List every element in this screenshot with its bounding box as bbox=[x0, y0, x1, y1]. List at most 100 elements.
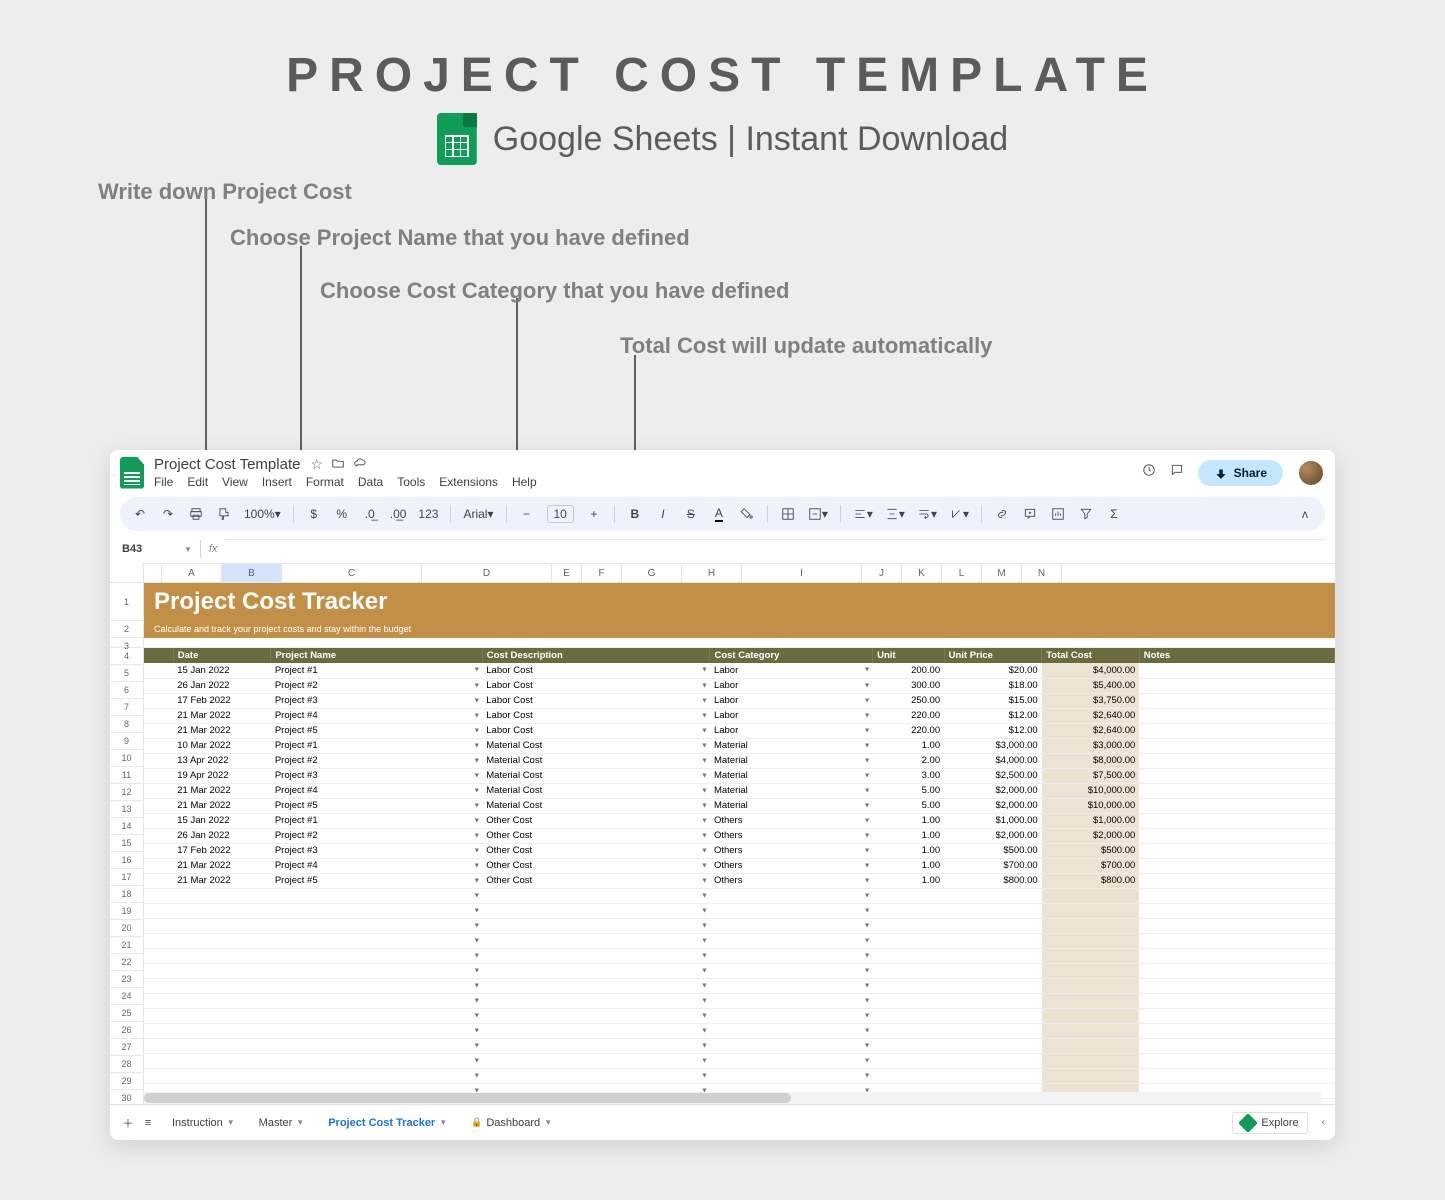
cloud-status-icon[interactable] bbox=[353, 456, 367, 473]
menu-data[interactable]: Data bbox=[358, 475, 383, 489]
fill-color-button[interactable] bbox=[739, 504, 755, 524]
col-header-C[interactable]: C bbox=[282, 564, 422, 582]
borders-button[interactable] bbox=[780, 504, 796, 524]
move-to-drive-icon[interactable] bbox=[331, 456, 345, 473]
table-row[interactable]: 13 Apr 2022Project #2▼Material Cost▼Mate… bbox=[144, 753, 1335, 768]
row-header[interactable]: 28 bbox=[110, 1056, 143, 1073]
row-header[interactable]: 4 bbox=[110, 648, 143, 665]
number-format-dropdown[interactable]: 123 bbox=[418, 504, 438, 524]
row-header[interactable]: 16 bbox=[110, 852, 143, 869]
table-header[interactable]: Notes bbox=[1139, 648, 1334, 663]
name-box[interactable]: B43 bbox=[120, 541, 176, 557]
table-row[interactable]: 21 Mar 2022Project #5▼Material Cost▼Mate… bbox=[144, 798, 1335, 813]
h-align-button[interactable]: ▾ bbox=[853, 504, 873, 524]
table-row[interactable]: ▼▼▼ bbox=[144, 1008, 1335, 1023]
select-all-corner[interactable] bbox=[110, 563, 144, 583]
col-header-I[interactable]: I bbox=[742, 564, 862, 582]
row-header[interactable]: 24 bbox=[110, 988, 143, 1005]
col-header-K[interactable]: K bbox=[902, 564, 942, 582]
filter-button[interactable] bbox=[1078, 504, 1094, 524]
link-button[interactable] bbox=[994, 504, 1010, 524]
menu-edit[interactable]: Edit bbox=[187, 475, 208, 489]
row-header[interactable]: 22 bbox=[110, 954, 143, 971]
table-row[interactable]: 21 Mar 2022Project #4▼Labor Cost▼Labor▼2… bbox=[144, 708, 1335, 723]
font-size-input[interactable]: 10 bbox=[547, 505, 574, 523]
row-header[interactable]: 18 bbox=[110, 886, 143, 903]
table-row[interactable]: 21 Mar 2022Project #5▼Other Cost▼Others▼… bbox=[144, 873, 1335, 888]
col-header-A[interactable]: A bbox=[162, 564, 222, 582]
table-header[interactable]: Cost Description bbox=[482, 648, 710, 663]
table-row[interactable]: ▼▼▼ bbox=[144, 903, 1335, 918]
italic-button[interactable]: I bbox=[655, 504, 671, 524]
side-panel-toggle[interactable]: ‹ bbox=[1322, 1117, 1325, 1128]
v-align-button[interactable]: ▾ bbox=[885, 504, 905, 524]
decrease-decimal-button[interactable]: .0̲ bbox=[362, 504, 378, 524]
increase-decimal-button[interactable]: .0̲0 bbox=[390, 504, 407, 524]
table-row[interactable]: ▼▼▼ bbox=[144, 978, 1335, 993]
comment-icon[interactable] bbox=[1170, 463, 1184, 482]
redo-button[interactable]: ↷ bbox=[160, 504, 176, 524]
percent-button[interactable]: % bbox=[334, 504, 350, 524]
menu-extensions[interactable]: Extensions bbox=[439, 475, 498, 489]
print-button[interactable] bbox=[188, 504, 204, 524]
table-row[interactable]: ▼▼▼ bbox=[144, 963, 1335, 978]
star-icon[interactable]: ☆ bbox=[310, 456, 323, 473]
row-header[interactable]: 29 bbox=[110, 1073, 143, 1090]
table-row[interactable]: ▼▼▼ bbox=[144, 948, 1335, 963]
table-row[interactable]: 19 Apr 2022Project #3▼Material Cost▼Mate… bbox=[144, 768, 1335, 783]
font-size-inc[interactable]: + bbox=[586, 504, 602, 524]
name-box-dropdown[interactable]: ▼ bbox=[184, 545, 192, 554]
table-row[interactable]: ▼▼▼ bbox=[144, 918, 1335, 933]
row-header[interactable]: 8 bbox=[110, 716, 143, 733]
table-row[interactable]: ▼▼▼ bbox=[144, 1023, 1335, 1038]
table-row[interactable]: ▼▼▼ bbox=[144, 1053, 1335, 1068]
row-header[interactable]: 7 bbox=[110, 699, 143, 716]
table-row[interactable]: 21 Mar 2022Project #4▼Material Cost▼Mate… bbox=[144, 783, 1335, 798]
row-header[interactable]: 10 bbox=[110, 750, 143, 767]
table-header[interactable]: Cost Category bbox=[710, 648, 873, 663]
sheet-tab[interactable]: 🔒Dashboard▼ bbox=[459, 1111, 564, 1135]
font-dropdown[interactable]: Arial ▾ bbox=[463, 504, 493, 524]
table-row[interactable]: 17 Feb 2022Project #3▼Other Cost▼Others▼… bbox=[144, 843, 1335, 858]
col-header-E[interactable]: E bbox=[552, 564, 582, 582]
table-row[interactable]: 15 Jan 2022Project #1▼Labor Cost▼Labor▼2… bbox=[144, 663, 1335, 678]
font-size-dec[interactable]: − bbox=[519, 504, 535, 524]
col-header-M[interactable]: M bbox=[982, 564, 1022, 582]
merge-button[interactable]: ▾ bbox=[808, 504, 828, 524]
table-row[interactable]: 17 Feb 2022Project #3▼Labor Cost▼Labor▼2… bbox=[144, 693, 1335, 708]
toolbar-collapse-button[interactable]: ʌ bbox=[1297, 504, 1313, 524]
sheet-tab[interactable]: Instruction▼ bbox=[160, 1111, 247, 1135]
row-header[interactable]: 5 bbox=[110, 665, 143, 682]
row-header[interactable]: 20 bbox=[110, 920, 143, 937]
horizontal-scrollbar[interactable] bbox=[144, 1092, 1321, 1104]
bold-button[interactable]: B bbox=[627, 504, 643, 524]
table-header[interactable]: Total Cost bbox=[1042, 648, 1140, 663]
row-header[interactable]: 26 bbox=[110, 1022, 143, 1039]
paint-format-button[interactable] bbox=[216, 504, 232, 524]
document-title[interactable]: Project Cost Template bbox=[154, 456, 300, 473]
col-header-H[interactable]: H bbox=[682, 564, 742, 582]
wrap-button[interactable]: ▾ bbox=[917, 504, 937, 524]
col-header-B[interactable]: B bbox=[222, 564, 282, 582]
row-header[interactable]: 14 bbox=[110, 818, 143, 835]
row-header[interactable]: 15 bbox=[110, 835, 143, 852]
col-header-L[interactable]: L bbox=[942, 564, 982, 582]
menu-tools[interactable]: Tools bbox=[397, 475, 425, 489]
share-button[interactable]: Share bbox=[1198, 460, 1283, 486]
table-header[interactable]: Date bbox=[173, 648, 271, 663]
table-row[interactable]: 10 Mar 2022Project #1▼Material Cost▼Mate… bbox=[144, 738, 1335, 753]
row-header[interactable]: 12 bbox=[110, 784, 143, 801]
avatar[interactable] bbox=[1297, 459, 1325, 487]
col-header-J[interactable]: J bbox=[862, 564, 902, 582]
spreadsheet-grid[interactable]: 1234567891011121314151617181920212223242… bbox=[110, 563, 1335, 1104]
menu-help[interactable]: Help bbox=[512, 475, 537, 489]
row-header[interactable]: 9 bbox=[110, 733, 143, 750]
table-row[interactable]: ▼▼▼ bbox=[144, 888, 1335, 903]
menu-insert[interactable]: Insert bbox=[262, 475, 292, 489]
strikethrough-button[interactable]: S bbox=[683, 504, 699, 524]
row-header[interactable]: 3 bbox=[110, 638, 143, 648]
row-header[interactable]: 27 bbox=[110, 1039, 143, 1056]
table-row[interactable]: ▼▼▼ bbox=[144, 1068, 1335, 1083]
row-header[interactable]: 17 bbox=[110, 869, 143, 886]
row-header[interactable]: 1 bbox=[110, 583, 143, 621]
